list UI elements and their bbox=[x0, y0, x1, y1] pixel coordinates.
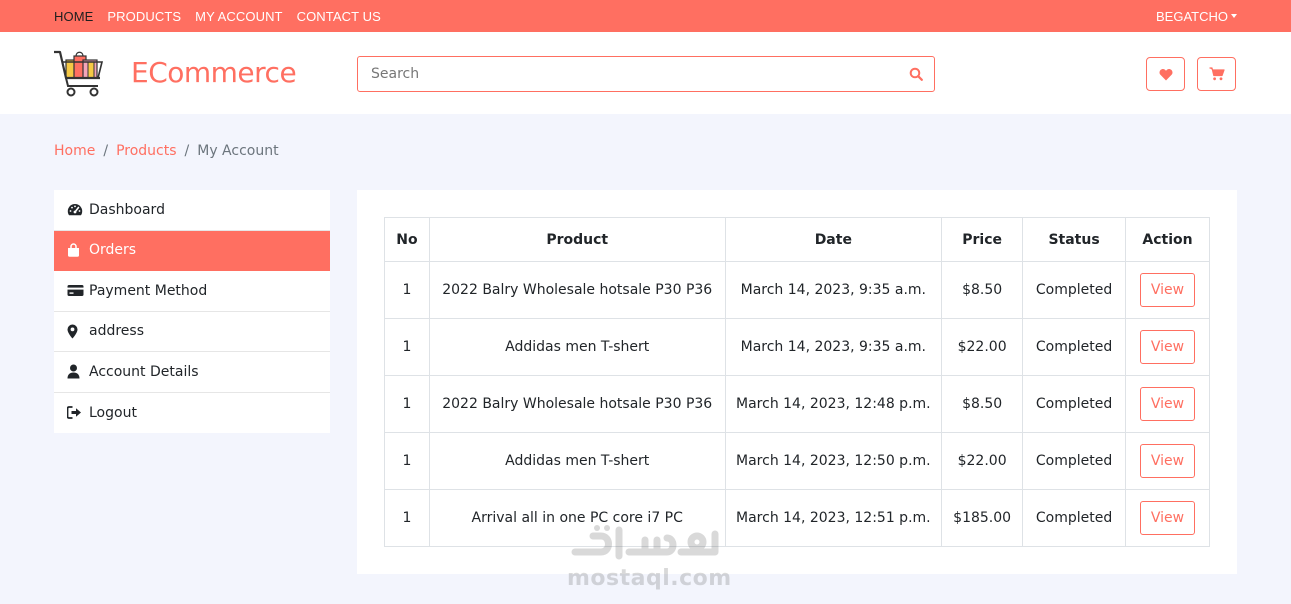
order-no: 1 bbox=[384, 261, 430, 319]
order-date: March 14, 2023, 12:51 p.m. bbox=[724, 489, 943, 547]
column-header-no: No bbox=[384, 217, 430, 262]
table-header-row: No Product Date Price Status Action bbox=[384, 217, 1210, 262]
search-input[interactable] bbox=[358, 57, 898, 91]
order-action-cell: View bbox=[1125, 432, 1210, 490]
column-header-price: Price bbox=[941, 217, 1024, 262]
nav-products-link[interactable]: PRODUCTS bbox=[107, 9, 181, 24]
sidebar-item-orders[interactable]: Orders bbox=[54, 230, 330, 271]
order-date: March 14, 2023, 12:50 p.m. bbox=[724, 432, 943, 490]
order-product: 2022 Balry Wholesale hotsale P30 P36 bbox=[428, 375, 726, 433]
sidebar-item-account-details[interactable]: Account Details bbox=[54, 352, 330, 393]
orders-table: No Product Date Price Status Action 1 20… bbox=[384, 217, 1210, 547]
breadcrumb-products-link[interactable]: Products bbox=[116, 143, 176, 159]
breadcrumb: Home / Products / My Account bbox=[54, 143, 279, 159]
column-header-product: Product bbox=[428, 217, 726, 262]
top-nav: HOME PRODUCTS MY ACCOUNT CONTACT US bbox=[54, 9, 395, 24]
order-no: 1 bbox=[384, 432, 430, 490]
shopping-cart-logo-icon[interactable] bbox=[52, 48, 106, 100]
sidebar-item-label: Logout bbox=[89, 404, 137, 421]
order-no: 1 bbox=[384, 375, 430, 433]
sign-out-icon bbox=[67, 405, 85, 421]
caret-down-icon bbox=[1231, 14, 1237, 18]
order-status: Completed bbox=[1022, 318, 1127, 376]
search-bar bbox=[357, 56, 935, 92]
view-order-button[interactable]: View bbox=[1140, 444, 1196, 478]
order-product: Addidas men T-shert bbox=[428, 432, 726, 490]
order-action-cell: View bbox=[1125, 375, 1210, 433]
order-status: Completed bbox=[1022, 489, 1127, 547]
user-name: BEGATCHO bbox=[1156, 8, 1228, 24]
breadcrumb-home-link[interactable]: Home bbox=[54, 143, 95, 159]
order-no: 1 bbox=[384, 318, 430, 376]
order-no: 1 bbox=[384, 489, 430, 547]
order-product: 2022 Balry Wholesale hotsale P30 P36 bbox=[428, 261, 726, 319]
order-price: $8.50 bbox=[941, 375, 1024, 433]
user-icon bbox=[67, 364, 85, 380]
table-row: 1 2022 Balry Wholesale hotsale P30 P36 M… bbox=[384, 375, 1210, 433]
sidebar-item-payment-method[interactable]: Payment Method bbox=[54, 271, 330, 312]
search-icon bbox=[909, 67, 923, 81]
cart-button[interactable] bbox=[1197, 57, 1236, 91]
sidebar-item-address[interactable]: address bbox=[54, 312, 330, 352]
heart-icon bbox=[1159, 68, 1172, 80]
credit-card-icon bbox=[67, 283, 85, 299]
cart-icon bbox=[1209, 67, 1225, 81]
column-header-status: Status bbox=[1022, 217, 1127, 262]
view-order-button[interactable]: View bbox=[1140, 273, 1196, 307]
order-product: Addidas men T-shert bbox=[428, 318, 726, 376]
sidebar-item-label: address bbox=[89, 323, 145, 340]
order-price: $22.00 bbox=[941, 318, 1024, 376]
search-button[interactable] bbox=[898, 57, 934, 91]
order-status: Completed bbox=[1022, 375, 1127, 433]
table-row: 1 Addidas men T-shert March 14, 2023, 9:… bbox=[384, 318, 1210, 376]
orders-panel: No Product Date Price Status Action 1 20… bbox=[357, 190, 1237, 574]
user-dropdown[interactable]: BEGATCHO bbox=[1156, 9, 1237, 24]
view-order-button[interactable]: View bbox=[1140, 387, 1196, 421]
sidebar-item-label: Orders bbox=[89, 242, 137, 259]
site-header: ECommerce bbox=[0, 32, 1291, 114]
shopping-bag-icon bbox=[67, 242, 85, 258]
nav-home-link[interactable]: HOME bbox=[54, 9, 93, 24]
top-navbar: HOME PRODUCTS MY ACCOUNT CONTACT US BEGA… bbox=[0, 0, 1291, 32]
order-price: $185.00 bbox=[941, 489, 1024, 547]
breadcrumb-separator: / bbox=[103, 143, 109, 159]
sidebar-item-label: Dashboard bbox=[89, 201, 165, 218]
brand-name[interactable]: ECommerce bbox=[131, 56, 297, 89]
order-product: Arrival all in one PC core i7 PC bbox=[428, 489, 726, 547]
order-action-cell: View bbox=[1125, 261, 1210, 319]
order-date: March 14, 2023, 9:35 a.m. bbox=[724, 261, 943, 319]
nav-contact-us-link[interactable]: CONTACT US bbox=[297, 9, 381, 24]
order-price: $22.00 bbox=[941, 432, 1024, 490]
order-action-cell: View bbox=[1125, 318, 1210, 376]
column-header-action: Action bbox=[1125, 217, 1210, 262]
order-date: March 14, 2023, 9:35 a.m. bbox=[724, 318, 943, 376]
account-sidebar: Dashboard Orders Payment Method address … bbox=[54, 190, 330, 433]
view-order-button[interactable]: View bbox=[1140, 330, 1196, 364]
view-order-button[interactable]: View bbox=[1140, 501, 1196, 535]
order-action-cell: View bbox=[1125, 489, 1210, 547]
tachometer-icon bbox=[67, 202, 85, 218]
order-status: Completed bbox=[1022, 432, 1127, 490]
order-price: $8.50 bbox=[941, 261, 1024, 319]
sidebar-item-label: Payment Method bbox=[89, 282, 208, 299]
table-row: 1 Addidas men T-shert March 14, 2023, 12… bbox=[384, 432, 1210, 490]
nav-my-account-link[interactable]: MY ACCOUNT bbox=[195, 9, 282, 24]
sidebar-item-dashboard[interactable]: Dashboard bbox=[54, 190, 330, 231]
map-marker-icon bbox=[67, 323, 85, 339]
sidebar-item-label: Account Details bbox=[89, 363, 199, 380]
table-row: 1 Arrival all in one PC core i7 PC March… bbox=[384, 489, 1210, 547]
table-row: 1 2022 Balry Wholesale hotsale P30 P36 M… bbox=[384, 261, 1210, 319]
sidebar-item-logout[interactable]: Logout bbox=[54, 393, 330, 434]
column-header-date: Date bbox=[724, 217, 943, 262]
wishlist-button[interactable] bbox=[1146, 57, 1185, 91]
breadcrumb-current: My Account bbox=[197, 143, 279, 159]
order-date: March 14, 2023, 12:48 p.m. bbox=[724, 375, 943, 433]
order-status: Completed bbox=[1022, 261, 1127, 319]
breadcrumb-separator: / bbox=[184, 143, 190, 159]
